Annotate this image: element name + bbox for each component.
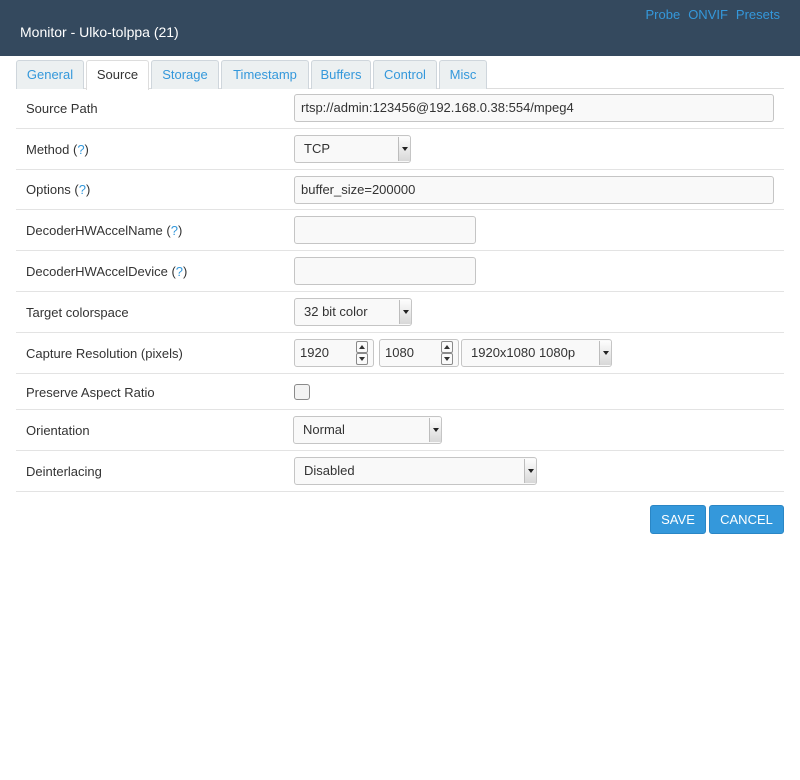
method-select-value: TCP [304,141,330,156]
tab-buffers[interactable]: Buffers [311,60,371,89]
orientation-select[interactable]: Normal [293,416,442,444]
target-colorspace-select-value: 32 bit color [304,304,368,319]
tab-storage[interactable]: Storage [151,60,219,89]
increment-arrow-icon[interactable] [441,341,453,353]
decrement-arrow-icon[interactable] [441,353,453,365]
options-input[interactable]: buffer_size=200000 [294,176,774,204]
save-button[interactable]: SAVE [650,505,706,534]
options-label-text: Options ( [26,182,79,197]
tab-bar: General Source Storage Timestamp Buffers… [16,60,784,90]
options-label: Options (?) [26,182,90,197]
decoder-hw-accel-device-label: DecoderHWAccelDevice (?) [26,264,187,279]
capture-width-stepper[interactable]: 1920 [294,339,374,367]
preserve-aspect-ratio-label: Preserve Aspect Ratio [26,385,155,400]
capture-height-stepper[interactable]: 1080 [379,339,459,367]
chevron-down-icon [399,300,411,324]
header-links: Probe ONVIF Presets [645,7,780,23]
decoder-hw-accel-device-input[interactable] [294,257,476,285]
deinterlacing-label: Deinterlacing [26,464,102,479]
decoder-hw-accel-name-input[interactable] [294,216,476,244]
decoder-hw-accel-name-help-link[interactable]: ? [171,223,178,238]
increment-arrow-icon[interactable] [356,341,368,353]
row-method: Method (?) TCP [16,129,784,170]
capture-resolution-label: Capture Resolution (pixels) [26,346,183,361]
chevron-down-icon [524,459,536,483]
capture-width-value: 1920 [300,345,329,360]
options-help-link[interactable]: ? [79,182,86,197]
row-target-colorspace: Target colorspace 32 bit color [16,292,784,333]
chevron-down-icon [599,341,611,365]
method-label: Method (?) [26,142,89,157]
decoder-hw-accel-name-label-end: ) [177,223,183,238]
options-label-end: ) [85,182,91,197]
row-source-path: Source Path rtsp://admin:123456@192.168.… [16,88,784,129]
resolution-preset-select[interactable]: 1920x1080 1080p [461,339,612,367]
method-help-link[interactable]: ? [77,142,84,157]
row-decoder-hw-accel-name: DecoderHWAccelName (?) [16,210,784,251]
decoder-hw-accel-device-label-text: DecoderHWAccelDevice ( [26,264,176,279]
chevron-down-icon [398,137,410,161]
target-colorspace-label: Target colorspace [26,305,129,320]
preserve-aspect-ratio-checkbox[interactable] [294,384,310,400]
deinterlacing-select[interactable]: Disabled [294,457,537,485]
orientation-label: Orientation [26,423,90,438]
row-preserve-aspect-ratio: Preserve Aspect Ratio [16,374,784,410]
decoder-hw-accel-device-help-link[interactable]: ? [176,264,183,279]
tab-control[interactable]: Control [373,60,437,89]
tab-misc[interactable]: Misc [439,60,487,89]
onvif-link[interactable]: ONVIF [688,7,728,22]
probe-link[interactable]: Probe [645,7,680,22]
resolution-preset-value: 1920x1080 1080p [471,345,576,360]
decrement-arrow-icon[interactable] [356,353,368,365]
target-colorspace-select[interactable]: 32 bit color [294,298,412,326]
page-title: Monitor - Ulko-tolppa (21) [20,24,179,40]
cancel-button[interactable]: CANCEL [709,505,784,534]
chevron-down-icon [429,418,441,442]
orientation-select-value: Normal [303,422,345,437]
tab-source[interactable]: Source [86,60,149,90]
row-deinterlacing: Deinterlacing Disabled [16,451,784,492]
header-bar: Monitor - Ulko-tolppa (21) Probe ONVIF Pre… [0,0,800,56]
tab-general[interactable]: General [16,60,84,89]
method-select[interactable]: TCP [294,135,411,163]
decoder-hw-accel-name-label: DecoderHWAccelName (?) [26,223,182,238]
decoder-hw-accel-device-label-end: ) [183,264,188,279]
capture-height-value: 1080 [385,345,414,360]
deinterlacing-select-value: Disabled [304,463,355,478]
method-label-end: ) [84,142,89,157]
row-capture-resolution: Capture Resolution (pixels) 1920 1080 19… [16,333,784,374]
tab-timestamp[interactable]: Timestamp [221,60,309,89]
decoder-hw-accel-name-label-text: DecoderHWAccelName ( [26,223,171,238]
row-options: Options (?) buffer_size=200000 [16,170,784,210]
method-label-text: Method ( [26,142,78,157]
presets-link[interactable]: Presets [736,7,780,22]
row-decoder-hw-accel-device: DecoderHWAccelDevice (?) [16,251,784,292]
source-path-input[interactable]: rtsp://admin:123456@192.168.0.38:554/mpe… [294,94,774,122]
source-path-label: Source Path [26,101,98,116]
row-orientation: Orientation Normal [16,410,784,451]
